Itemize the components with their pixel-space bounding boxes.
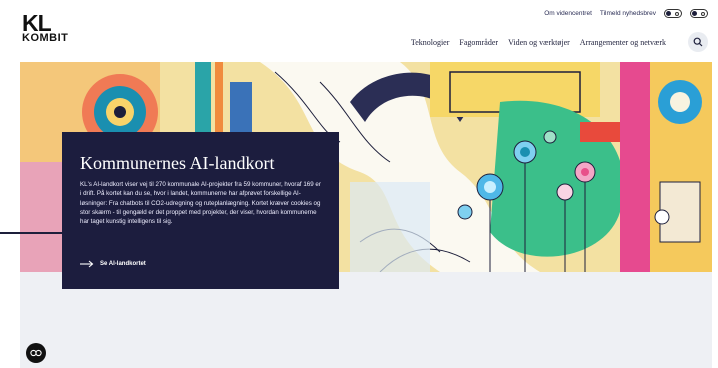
toggle-indicator <box>675 11 679 16</box>
cookie-settings-button[interactable] <box>26 343 46 363</box>
search-button[interactable] <box>688 32 708 52</box>
decorative-line <box>0 232 62 234</box>
nav-item-fagomraader[interactable]: Fagområder <box>459 38 498 47</box>
nav-item-arrangementer[interactable]: Arrangementer og netværk <box>580 38 666 47</box>
toggle-indicator <box>701 11 705 16</box>
nav-item-teknologier[interactable]: Teknologier <box>411 38 450 47</box>
site-header: KL KOMBIT Om videncentret Tilmeld nyheds… <box>0 0 718 62</box>
kl-kombit-logo[interactable]: KL KOMBIT <box>22 12 68 44</box>
utility-bar: Om videncentret Tilmeld nyhedsbrev <box>544 9 708 18</box>
nav-item-viden[interactable]: Viden og værktøjer <box>508 38 570 47</box>
contrast-toggle[interactable] <box>664 9 682 18</box>
toggle-knob <box>666 11 671 16</box>
cookie-icon <box>30 349 42 357</box>
logo-kl-text: KL <box>22 10 52 36</box>
hero-title: Kommunernes AI-landkort <box>80 153 275 173</box>
toggle-knob <box>692 11 697 16</box>
hero-body: KL's AI-landkort viser vej til 270 kommu… <box>80 181 321 226</box>
newsletter-link[interactable]: Tilmeld nyhedsbrev <box>600 10 656 17</box>
search-icon <box>693 37 703 47</box>
about-link[interactable]: Om videncentret <box>544 10 592 17</box>
main-nav: Teknologier Fagområder Viden og værktøje… <box>411 38 666 47</box>
cta-link[interactable]: Se AI-landkortet <box>80 260 146 268</box>
cta-label: Se AI-landkortet <box>100 261 146 267</box>
theme-toggle[interactable] <box>690 9 708 18</box>
logo-kombit-text: KOMBIT <box>22 32 69 44</box>
arrow-right-icon <box>80 260 94 268</box>
hero-card: Kommunernes AI-landkort KL's AI-landkort… <box>62 132 339 289</box>
